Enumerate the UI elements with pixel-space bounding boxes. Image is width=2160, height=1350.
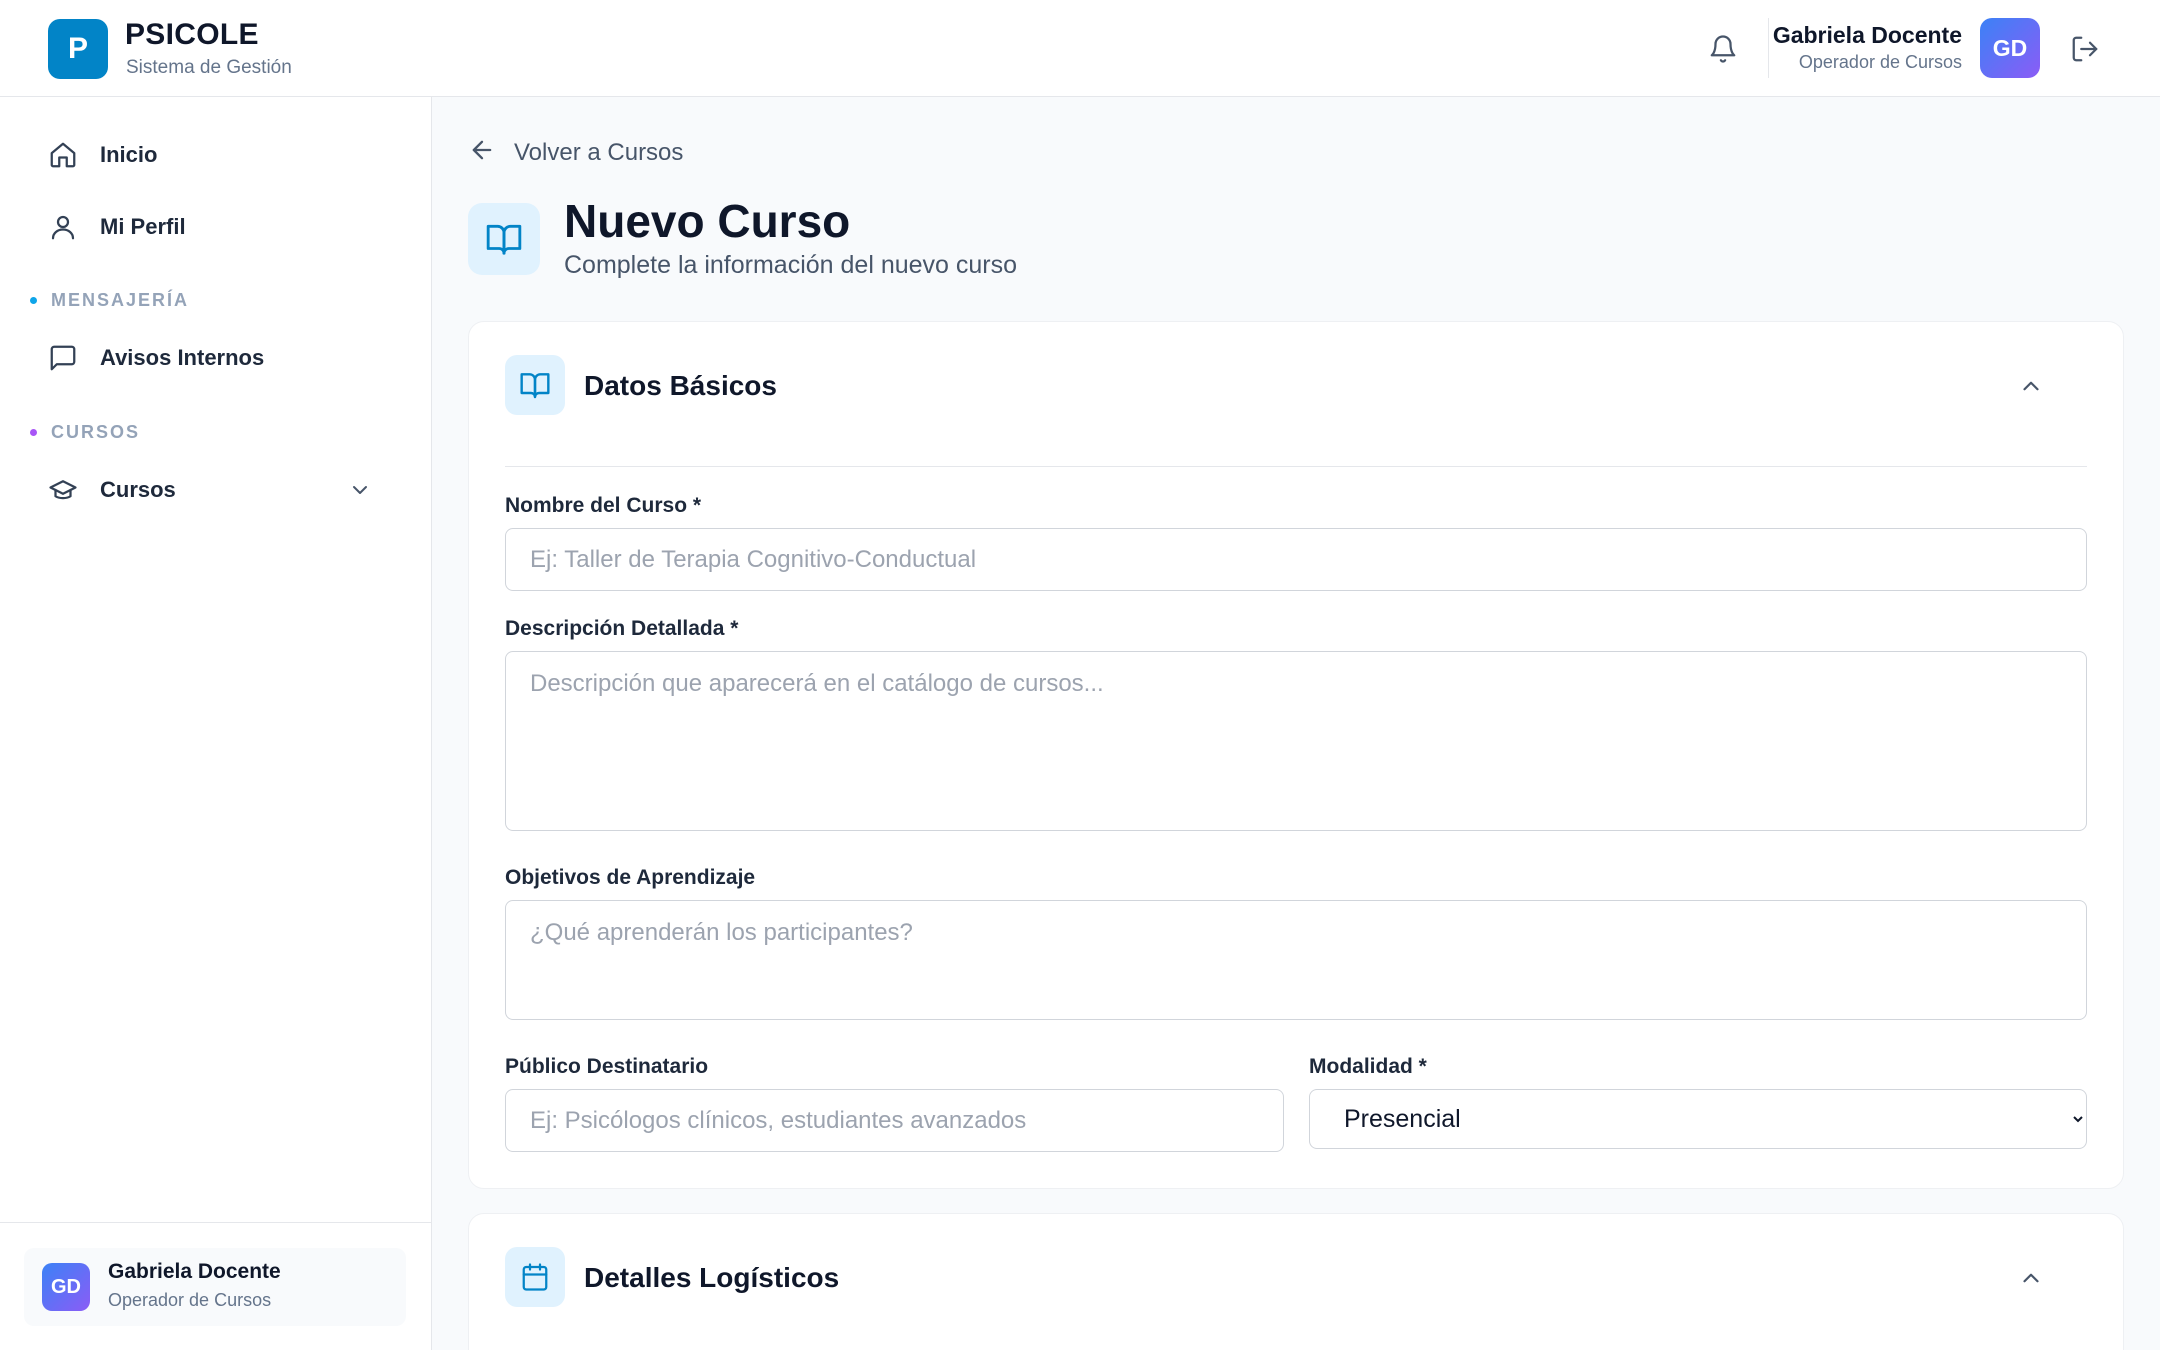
header-user-name: Gabriela Docente	[1772, 22, 1962, 48]
brand-subtitle: Sistema de Gestión	[126, 57, 292, 78]
sidebar-user-name: Gabriela Docente	[108, 1260, 281, 1283]
card-title: Datos Básicos	[584, 370, 777, 401]
sidebar-item-cursos[interactable]: Cursos	[24, 460, 408, 520]
chevron-up-icon[interactable]	[2017, 372, 2045, 400]
sidebar-item-mi-perfil[interactable]: Mi Perfil	[24, 197, 408, 257]
sidebar-item-label: Cursos	[100, 477, 176, 502]
brand-logo-letter: P	[67, 32, 88, 65]
basic-data-card: Datos Básicos Nombre del Curso * Descrip…	[468, 321, 2124, 1189]
objectives-textarea[interactable]	[505, 900, 2087, 1020]
chevron-up-icon[interactable]	[2017, 1264, 2045, 1292]
avatar-initials: GD	[1992, 34, 2028, 61]
book-open-icon	[468, 203, 540, 275]
sidebar-item-label: Inicio	[100, 142, 158, 167]
message-icon	[48, 343, 78, 373]
sidebar-divider	[0, 1222, 432, 1223]
section-label-cursos: CURSOS	[30, 422, 140, 443]
avatar: GD	[42, 1263, 90, 1311]
page-title: Nuevo Curso	[564, 195, 851, 247]
card-divider	[505, 466, 2087, 467]
audience-input[interactable]	[505, 1089, 1284, 1152]
card-title: Detalles Logísticos	[584, 1262, 840, 1293]
brand-logo[interactable]: P	[48, 19, 108, 79]
logistics-card: Detalles Logísticos	[468, 1213, 2124, 1350]
sidebar: Inicio Mi Perfil MENSAJERÍA Avisos Inter…	[0, 97, 432, 1350]
arrow-left-icon	[468, 136, 496, 169]
description-label: Descripción Detallada *	[505, 617, 739, 640]
user-icon	[48, 212, 78, 242]
bell-icon[interactable]	[1704, 30, 1742, 68]
page-subtitle: Complete la información del nuevo curso	[564, 251, 1018, 279]
header-user-role: Operador de Cursos	[1798, 52, 1962, 72]
section-label-mensajeria: MENSAJERÍA	[30, 290, 189, 311]
sidebar-item-avisos-internos[interactable]: Avisos Internos	[24, 328, 408, 388]
graduation-cap-icon	[48, 475, 78, 505]
calendar-icon	[505, 1247, 565, 1307]
logout-icon[interactable]	[2066, 30, 2104, 68]
section-dot	[30, 297, 37, 304]
sidebar-item-label: Avisos Internos	[100, 345, 265, 370]
section-dot	[30, 429, 37, 436]
sidebar-item-label: Mi Perfil	[100, 214, 186, 239]
course-name-label: Nombre del Curso *	[505, 494, 702, 517]
back-to-courses-link[interactable]: Volver a Cursos	[468, 136, 683, 169]
home-icon	[48, 140, 78, 170]
section-label-text: CURSOS	[51, 422, 141, 442]
course-name-input[interactable]	[505, 528, 2087, 591]
sidebar-user-role: Operador de Cursos	[108, 1290, 272, 1310]
sidebar-item-inicio[interactable]: Inicio	[24, 125, 408, 185]
brand-name: PSICOLE	[125, 18, 259, 51]
section-label-text: MENSAJERÍA	[51, 290, 190, 310]
top-header: P PSICOLE Sistema de Gestión Gabriela Do…	[0, 0, 2160, 97]
modality-select[interactable]: Presencial	[1309, 1089, 2087, 1149]
avatar-initials: GD	[51, 1275, 81, 1298]
sidebar-user-card[interactable]: GD Gabriela Docente Operador de Cursos	[24, 1248, 406, 1326]
avatar[interactable]: GD	[1980, 18, 2040, 78]
header-divider	[1768, 18, 1769, 78]
back-link-label: Volver a Cursos	[514, 138, 684, 166]
modality-label: Modalidad *	[1309, 1055, 1427, 1078]
description-textarea[interactable]	[505, 651, 2087, 831]
audience-label: Público Destinatario	[505, 1055, 709, 1078]
chevron-down-icon[interactable]	[348, 478, 372, 502]
book-open-icon	[505, 355, 565, 415]
objectives-label: Objetivos de Aprendizaje	[505, 866, 756, 889]
